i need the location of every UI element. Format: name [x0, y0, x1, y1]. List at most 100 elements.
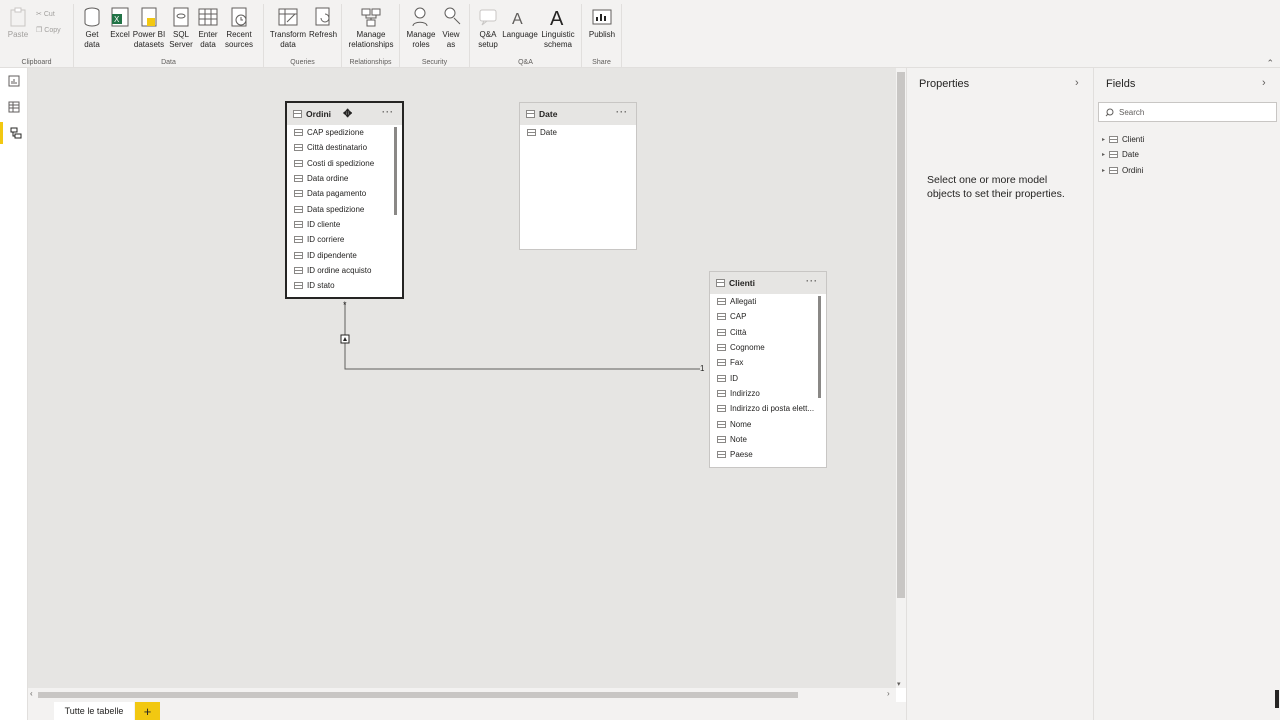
- field-label: Note: [730, 434, 747, 444]
- field-row[interactable]: ID dipendente: [287, 247, 402, 262]
- table-header[interactable]: Date ···: [520, 103, 636, 125]
- field-row[interactable]: Fax: [710, 355, 826, 370]
- recent-sources-button[interactable]: Recent sources: [222, 6, 256, 50]
- model-view-icon[interactable]: [0, 122, 28, 144]
- expand-icon[interactable]: ▸: [1102, 136, 1105, 143]
- properties-title: Properties: [919, 78, 970, 90]
- field-icon: [294, 190, 303, 198]
- field-row[interactable]: Note: [710, 432, 826, 447]
- manage-roles-button[interactable]: Manage roles: [406, 6, 436, 50]
- dataset-icon: [141, 7, 157, 27]
- vertical-scroll-thumb[interactable]: [897, 72, 905, 598]
- fields-item-label: Ordini: [1122, 165, 1144, 175]
- table-card-clienti[interactable]: Clienti ··· Allegati CAP Città Cognome Fax ID…: [709, 271, 827, 468]
- expand-icon[interactable]: ▸: [1102, 151, 1105, 158]
- view-as-button[interactable]: View as: [440, 6, 462, 50]
- fields-title: Fields: [1106, 78, 1136, 90]
- field-row[interactable]: Indirizzo di posta elett...: [710, 401, 826, 416]
- more-options-icon[interactable]: ···: [382, 107, 394, 117]
- scroll-right-icon[interactable]: ›: [887, 689, 890, 698]
- report-view-icon[interactable]: [0, 70, 28, 92]
- add-layout-button[interactable]: +: [135, 702, 160, 720]
- group-label-data: Data: [161, 59, 176, 66]
- field-row[interactable]: Allegati: [710, 294, 826, 309]
- sql-server-button[interactable]: SQL Server: [169, 6, 193, 50]
- field-icon: [527, 129, 536, 137]
- field-label: Costi di spedizione: [307, 158, 375, 168]
- linguistic-schema-button[interactable]: A Linguistic schema: [540, 6, 576, 50]
- table-card-date[interactable]: Date ··· Date: [519, 102, 637, 250]
- field-row[interactable]: Nome: [710, 416, 826, 431]
- field-icon: [294, 159, 303, 167]
- field-row[interactable]: Città destinatario: [287, 140, 402, 155]
- field-row[interactable]: Città: [710, 325, 826, 340]
- data-view-icon[interactable]: [0, 96, 28, 118]
- cut-button[interactable]: ✂ Cut: [36, 10, 55, 19]
- field-row[interactable]: Costi di spedizione: [287, 156, 402, 171]
- collapse-fields-icon[interactable]: ›: [1262, 77, 1266, 89]
- horizontal-scroll-thumb[interactable]: [38, 692, 798, 698]
- refresh-button[interactable]: Refresh: [309, 6, 337, 40]
- fields-item[interactable]: ▸ Date: [1102, 150, 1139, 159]
- field-row[interactable]: Paese: [710, 447, 826, 462]
- field-row[interactable]: ID corriere: [287, 232, 402, 247]
- search-icon: [1105, 108, 1114, 116]
- more-options-icon[interactable]: ···: [616, 107, 628, 117]
- field-label: Cognome: [730, 343, 765, 353]
- copy-button[interactable]: ❐ Copy: [36, 26, 61, 35]
- enter-data-button[interactable]: Enter data: [197, 6, 219, 50]
- refresh-icon: [315, 7, 330, 26]
- fields-item[interactable]: ▸ Ordini: [1102, 166, 1143, 175]
- table-card-ordini[interactable]: Ordini ✥ ··· CAP spedizione Città destina…: [285, 101, 404, 299]
- field-row[interactable]: CAP spedizione: [287, 125, 402, 140]
- publish-button[interactable]: Publish: [588, 6, 616, 40]
- group-label-security: Security: [421, 59, 448, 66]
- table-scrollbar[interactable]: [394, 127, 397, 215]
- field-label: ID corriere: [307, 235, 345, 245]
- field-label: ID: [730, 373, 738, 383]
- table-header[interactable]: Ordini ✥ ···: [287, 103, 402, 125]
- qa-setup-button[interactable]: Q&A setup: [476, 6, 500, 50]
- table-scrollbar[interactable]: [818, 296, 821, 398]
- field-row[interactable]: Data spedizione: [287, 201, 402, 216]
- manage-relationships-button[interactable]: Manage relationships: [348, 6, 394, 50]
- properties-pane: Properties › Select one or more model ob…: [906, 68, 1093, 720]
- clipboard-group: Paste ✂ Cut ❐ Copy Clipboard: [0, 4, 74, 68]
- share-group: Publish Share: [582, 4, 622, 68]
- transform-data-button[interactable]: Transform data: [270, 6, 306, 50]
- field-label: Data ordine: [307, 174, 349, 184]
- field-row[interactable]: ID cliente: [287, 217, 402, 232]
- field-row[interactable]: Indirizzo: [710, 386, 826, 401]
- field-label: ID dipendente: [307, 250, 357, 260]
- scroll-left-icon[interactable]: ‹: [30, 689, 33, 698]
- field-row[interactable]: ID ordine acquisto: [287, 263, 402, 278]
- paste-icon: [10, 7, 26, 27]
- copy-icon: ❐: [36, 27, 43, 34]
- field-row[interactable]: CAP: [710, 309, 826, 324]
- language-button[interactable]: A Language: [502, 6, 538, 40]
- excel-button[interactable]: X Excel: [109, 6, 131, 40]
- fields-search-input[interactable]: Search: [1098, 102, 1277, 122]
- field-row[interactable]: ID stato: [287, 278, 402, 293]
- collapse-properties-icon[interactable]: ›: [1075, 77, 1079, 89]
- get-data-button[interactable]: Get data: [80, 6, 104, 50]
- group-label-relationships: Relationships: [349, 59, 392, 66]
- expand-icon[interactable]: ▸: [1102, 167, 1105, 174]
- field-row[interactable]: Date: [520, 125, 636, 140]
- group-label-queries: Queries: [290, 59, 315, 66]
- field-row[interactable]: Cognome: [710, 340, 826, 355]
- publish-icon: [592, 9, 612, 25]
- field-icon: [717, 420, 726, 428]
- table-header[interactable]: Clienti ···: [710, 272, 826, 294]
- scroll-down-icon[interactable]: ▾: [897, 680, 901, 688]
- field-row[interactable]: Data pagamento: [287, 186, 402, 201]
- field-row[interactable]: Data ordine: [287, 171, 402, 186]
- fields-item[interactable]: ▸ Clienti: [1102, 135, 1144, 144]
- powerbi-datasets-button[interactable]: Power BI datasets: [132, 6, 166, 50]
- field-row[interactable]: ID: [710, 370, 826, 385]
- paste-button[interactable]: Paste: [7, 6, 29, 40]
- resize-handle[interactable]: [1275, 690, 1279, 708]
- more-options-icon[interactable]: ···: [806, 276, 818, 286]
- tab-tutte-le-tabelle[interactable]: Tutte le tabelle: [54, 702, 134, 720]
- field-icon: [294, 220, 303, 228]
